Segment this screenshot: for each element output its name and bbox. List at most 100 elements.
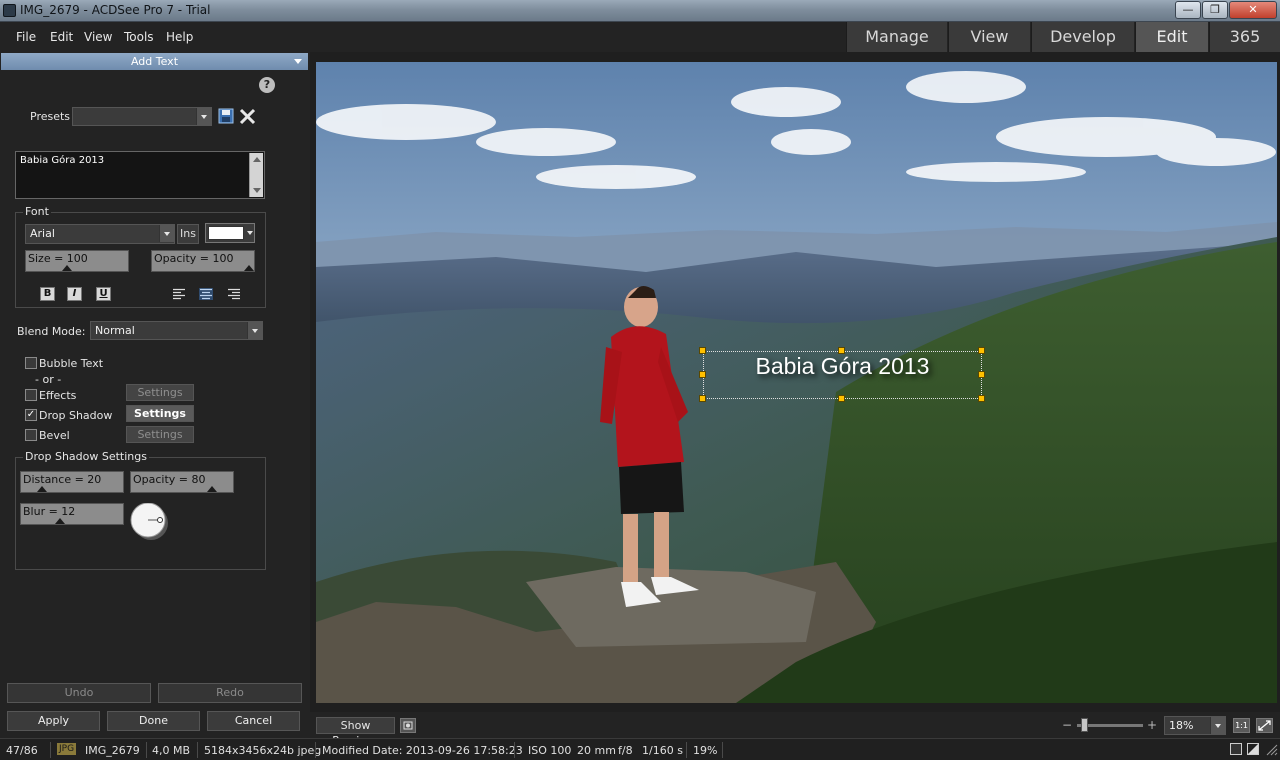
menu-tools[interactable]: Tools bbox=[124, 30, 154, 44]
redo-button[interactable]: Redo bbox=[158, 683, 302, 703]
slider-thumb[interactable] bbox=[244, 265, 254, 271]
zoom-in-button[interactable]: + bbox=[1147, 719, 1157, 731]
divider bbox=[686, 742, 687, 758]
drop-shadow-checkbox[interactable]: ✓ bbox=[25, 409, 37, 421]
bold-button[interactable]: B bbox=[40, 287, 55, 301]
zoom-value: 18% bbox=[1169, 719, 1194, 732]
tab-develop[interactable]: Develop bbox=[1031, 22, 1134, 52]
title-bar: IMG_2679 - ACDSee Pro 7 - Trial — ❐ ✕ bbox=[0, 0, 1280, 22]
close-button[interactable]: ✕ bbox=[1229, 1, 1277, 19]
slider-thumb[interactable] bbox=[207, 486, 217, 492]
blend-mode-dropdown[interactable]: Normal bbox=[90, 321, 263, 340]
effects-checkbox[interactable] bbox=[25, 389, 37, 401]
fit-screen-icon[interactable] bbox=[1256, 718, 1273, 733]
resize-handle[interactable] bbox=[699, 395, 706, 402]
maximize-button[interactable]: ❐ bbox=[1202, 1, 1228, 19]
panel-header[interactable]: Add Text bbox=[1, 53, 308, 70]
slider-thumb[interactable] bbox=[37, 486, 47, 492]
resize-handle[interactable] bbox=[699, 347, 706, 354]
apply-button[interactable]: Apply bbox=[7, 711, 100, 731]
menu-view[interactable]: View bbox=[84, 30, 112, 44]
or-label: - or - bbox=[35, 373, 62, 386]
actual-size-button[interactable]: 1:1 bbox=[1233, 718, 1250, 733]
distance-slider[interactable]: Distance = 20 bbox=[20, 471, 124, 493]
distance-label: Distance = 20 bbox=[23, 473, 102, 486]
effects-settings-button[interactable]: Settings bbox=[126, 384, 194, 401]
italic-button[interactable]: I bbox=[67, 287, 82, 301]
shadow-opacity-slider[interactable]: Opacity = 80 bbox=[130, 471, 234, 493]
window-title: IMG_2679 - ACDSee Pro 7 - Trial bbox=[20, 3, 211, 17]
zoom-out-button[interactable]: − bbox=[1062, 719, 1072, 731]
slider-thumb[interactable] bbox=[1081, 718, 1088, 732]
resize-handle[interactable] bbox=[978, 371, 985, 378]
text-scrollbar[interactable] bbox=[249, 153, 263, 197]
chevron-down-icon bbox=[159, 225, 174, 242]
align-right-icon[interactable] bbox=[227, 288, 241, 300]
ins-button[interactable]: Ins bbox=[177, 224, 199, 244]
resize-handle[interactable] bbox=[699, 371, 706, 378]
overlay-text[interactable]: Babia Góra 2013 bbox=[704, 352, 981, 380]
focal-length: 20 mm bbox=[577, 744, 616, 757]
done-button[interactable]: Done bbox=[107, 711, 200, 731]
text-input[interactable]: Babia Góra 2013 bbox=[15, 151, 265, 199]
bevel-checkbox[interactable] bbox=[25, 429, 37, 441]
delete-preset-icon[interactable] bbox=[239, 108, 256, 125]
tab-manage[interactable]: Manage bbox=[846, 22, 947, 52]
blur-label: Blur = 12 bbox=[23, 505, 76, 518]
blur-slider[interactable]: Blur = 12 bbox=[20, 503, 124, 525]
text-overlay-box[interactable]: Babia Góra 2013 bbox=[703, 351, 982, 399]
font-dropdown[interactable]: Arial bbox=[25, 224, 175, 244]
bevel-settings-button[interactable]: Settings bbox=[126, 426, 194, 443]
bevel-label: Bevel bbox=[39, 429, 70, 442]
app-icon[interactable] bbox=[3, 4, 16, 17]
save-preset-icon[interactable] bbox=[218, 108, 234, 124]
align-left-icon[interactable] bbox=[172, 288, 186, 300]
font-color-picker[interactable] bbox=[205, 223, 255, 243]
resize-handle[interactable] bbox=[978, 395, 985, 402]
bubble-text-checkbox[interactable] bbox=[25, 357, 37, 369]
resize-grip-icon[interactable] bbox=[1264, 742, 1278, 756]
underline-button[interactable]: U bbox=[96, 287, 111, 301]
modified-date: Modified Date: 2013-09-26 17:58:23 bbox=[322, 744, 523, 757]
divider bbox=[722, 742, 723, 758]
chevron-down-icon bbox=[196, 108, 211, 125]
resize-handle[interactable] bbox=[978, 347, 985, 354]
divider bbox=[514, 742, 515, 758]
tab-365[interactable]: 365 bbox=[1209, 22, 1280, 52]
view-mode-icon[interactable] bbox=[1230, 743, 1242, 755]
opacity-slider[interactable]: Opacity = 100 bbox=[151, 250, 255, 272]
minimize-button[interactable]: — bbox=[1175, 1, 1201, 19]
font-group-label: Font bbox=[23, 205, 51, 218]
tab-edit[interactable]: Edit bbox=[1135, 22, 1208, 52]
align-center-icon[interactable] bbox=[199, 288, 213, 300]
compare-icon[interactable] bbox=[400, 718, 416, 733]
chevron-down-icon[interactable] bbox=[294, 59, 302, 64]
resize-handle[interactable] bbox=[838, 395, 845, 402]
slider-thumb[interactable] bbox=[62, 265, 72, 271]
divider bbox=[315, 742, 316, 758]
help-button[interactable]: ? bbox=[259, 77, 275, 93]
shadow-angle-dial[interactable] bbox=[130, 502, 170, 543]
menu-edit[interactable]: Edit bbox=[50, 30, 73, 44]
cancel-button[interactable]: Cancel bbox=[207, 711, 300, 731]
drop-shadow-settings-button[interactable]: Settings bbox=[126, 405, 194, 422]
tab-view[interactable]: View bbox=[948, 22, 1030, 52]
divider bbox=[197, 742, 198, 758]
presets-dropdown[interactable] bbox=[72, 107, 212, 126]
file-size: 4,0 MB bbox=[152, 744, 191, 757]
scroll-up-icon[interactable] bbox=[253, 157, 261, 162]
size-label: Size = 100 bbox=[28, 252, 88, 265]
size-slider[interactable]: Size = 100 bbox=[25, 250, 129, 272]
menu-file[interactable]: File bbox=[16, 30, 36, 44]
slider-thumb[interactable] bbox=[55, 518, 65, 524]
undo-button[interactable]: Undo bbox=[7, 683, 151, 703]
zoom-slider[interactable] bbox=[1077, 718, 1143, 732]
show-previous-button[interactable]: Show Previous bbox=[316, 717, 395, 747]
resize-handle[interactable] bbox=[838, 347, 845, 354]
view-mode-icon[interactable] bbox=[1247, 743, 1259, 755]
menu-help[interactable]: Help bbox=[166, 30, 193, 44]
effects-label: Effects bbox=[39, 389, 77, 402]
zoom-dropdown[interactable]: 18% bbox=[1164, 716, 1226, 735]
text-input-value: Babia Góra 2013 bbox=[20, 155, 105, 166]
scroll-down-icon[interactable] bbox=[253, 188, 261, 193]
